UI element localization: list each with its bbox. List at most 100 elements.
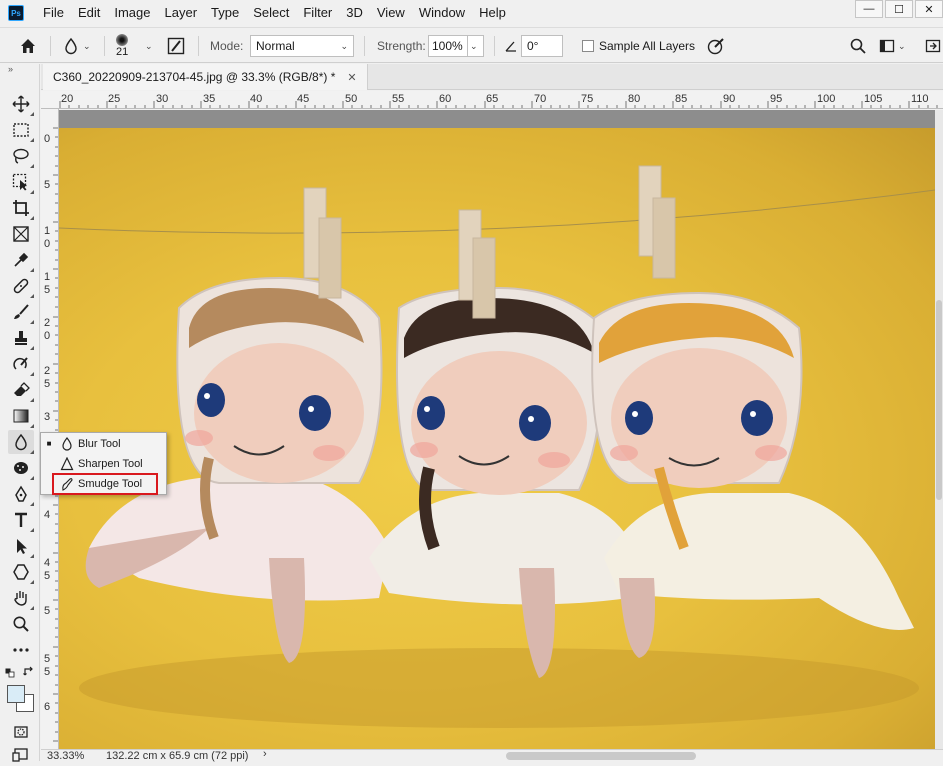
document-canvas[interactable]	[59, 110, 935, 749]
marquee-tool[interactable]	[8, 118, 34, 142]
history-brush-tool[interactable]	[8, 352, 34, 376]
document-image[interactable]	[59, 128, 935, 749]
tool-group-indicator	[30, 554, 34, 558]
quick-mask-button[interactable]	[8, 720, 34, 744]
menu-3d[interactable]: 3D	[339, 0, 370, 26]
tool-group-indicator	[30, 606, 34, 610]
menu-bar: Ps File Edit Image Layer Type Select Fil…	[0, 0, 943, 26]
brush-tool[interactable]	[8, 300, 34, 324]
path-select-tool[interactable]	[8, 534, 34, 558]
gradient-tool[interactable]	[8, 404, 34, 428]
flyout-item-label: Blur Tool	[78, 437, 121, 450]
vertical-scrollbar-thumb[interactable]	[936, 300, 942, 500]
brush-settings-button[interactable]	[166, 28, 186, 64]
brush-size-value: 21	[116, 46, 129, 58]
menu-type[interactable]: Type	[204, 0, 246, 26]
menu-file[interactable]: File	[36, 0, 71, 26]
strength-input[interactable]: 100% ⌄	[428, 28, 484, 64]
object-select-tool[interactable]	[8, 170, 34, 194]
eyedropper-tool[interactable]	[8, 248, 34, 272]
lasso-tool[interactable]	[8, 144, 34, 168]
sample-all-layers-checkbox[interactable]: Sample All Layers	[582, 28, 695, 64]
foreground-color-swatch[interactable]	[7, 685, 25, 703]
brush-picker-dropdown[interactable]: ⌄	[142, 28, 153, 64]
shape-tool[interactable]	[8, 560, 34, 584]
zoom-tool[interactable]	[8, 612, 34, 636]
angle-value: 0°	[527, 39, 539, 53]
frame-tool[interactable]	[8, 222, 34, 246]
blur-tool[interactable]	[8, 430, 34, 454]
angle-field[interactable]: 0°	[521, 35, 563, 57]
menu-window[interactable]: Window	[412, 0, 472, 26]
search-icon	[850, 38, 866, 54]
menu-help[interactable]: Help	[472, 0, 513, 26]
zoom-icon	[13, 616, 29, 632]
maximize-button[interactable]: ☐	[885, 0, 913, 18]
more-tools-button[interactable]	[8, 638, 34, 662]
swap-colors-icon[interactable]	[23, 666, 35, 678]
search-button[interactable]	[849, 28, 867, 64]
gradient-icon	[13, 409, 29, 423]
tool-preset-picker[interactable]: ⌄	[62, 28, 91, 64]
screen-mode-button[interactable]	[8, 742, 34, 766]
share-button[interactable]	[925, 28, 941, 64]
menu-edit[interactable]: Edit	[71, 0, 107, 26]
crop-tool[interactable]	[8, 196, 34, 220]
tool-group-indicator	[30, 216, 34, 220]
pen-tool[interactable]	[8, 482, 34, 506]
type-tool[interactable]	[8, 508, 34, 532]
flyout-item-blur-tool[interactable]: ■ Blur Tool	[42, 434, 165, 453]
dolls-photo-illustration	[59, 165, 935, 728]
eraser-tool[interactable]	[8, 378, 34, 402]
flyout-item-sharpen-tool[interactable]: Sharpen Tool	[42, 454, 165, 473]
type-icon	[15, 512, 27, 527]
clone-stamp-icon	[15, 331, 27, 345]
strength-field[interactable]: 100%	[428, 35, 468, 57]
minimize-button[interactable]: —	[855, 0, 883, 18]
menu-image[interactable]: Image	[107, 0, 157, 26]
workspace-button[interactable]: ⌄	[879, 28, 906, 64]
home-button[interactable]	[18, 28, 38, 64]
more-ellipsis-icon	[13, 648, 29, 652]
collapse-panel-icon[interactable]: »	[8, 64, 13, 74]
strength-dropdown[interactable]: ⌄	[468, 35, 484, 57]
bandage-icon	[13, 278, 29, 294]
angle-input[interactable]: 0°	[521, 28, 563, 64]
home-icon	[21, 39, 35, 53]
close-window-button[interactable]: ✕	[915, 0, 943, 18]
close-tab-icon[interactable]: ✕	[347, 71, 356, 84]
tool-group-indicator	[30, 112, 34, 116]
horizontal-scrollbar-thumb[interactable]	[506, 752, 696, 760]
pressure-button[interactable]	[706, 28, 726, 64]
options-separator	[198, 36, 199, 56]
tool-group-indicator	[30, 138, 34, 142]
strength-label: Strength:	[377, 28, 426, 64]
status-menu-arrow-icon[interactable]: ›	[263, 748, 267, 760]
default-colors-icon[interactable]	[5, 667, 15, 678]
hand-tool[interactable]	[8, 586, 34, 610]
mode-select-box[interactable]: Normal ⌄	[250, 35, 354, 57]
healing-tool[interactable]	[8, 274, 34, 298]
vertical-scrollbar[interactable]	[935, 110, 943, 749]
tool-group-indicator	[30, 320, 34, 324]
dodge-tool[interactable]	[8, 456, 34, 480]
menu-filter[interactable]: Filter	[296, 0, 339, 26]
tool-group-indicator	[30, 450, 34, 454]
brush-preset-picker[interactable]: 21	[116, 28, 128, 64]
menu-select[interactable]: Select	[246, 0, 296, 26]
mode-select[interactable]: Normal ⌄	[250, 28, 354, 64]
tool-group-indicator	[30, 268, 34, 272]
menu-view[interactable]: View	[370, 0, 412, 26]
zoom-level[interactable]: 33.33%	[47, 750, 84, 762]
menu-layer[interactable]: Layer	[158, 0, 205, 26]
checkbox-box[interactable]	[582, 40, 594, 52]
blur-tool-flyout-menu: ■ Blur Tool Sharpen Tool Smudge Tool	[40, 432, 167, 495]
stamp-tool[interactable]	[8, 326, 34, 350]
tool-group-indicator	[30, 164, 34, 168]
vertical-ruler: 0 5 1 0 1 5 2 0 2 5 3 3 5 4 4 5 5 5 5 6	[41, 109, 59, 749]
document-tab[interactable]: C360_20220909-213704-45.jpg @ 33.3% (RGB…	[43, 64, 368, 90]
move-tool[interactable]	[8, 92, 34, 116]
blur-drop-icon	[15, 433, 27, 451]
chevron-down-icon: ⌄	[470, 40, 478, 51]
status-bar: 33.33% 132.22 cm x 65.9 cm (72 ppi) ›	[41, 748, 943, 762]
